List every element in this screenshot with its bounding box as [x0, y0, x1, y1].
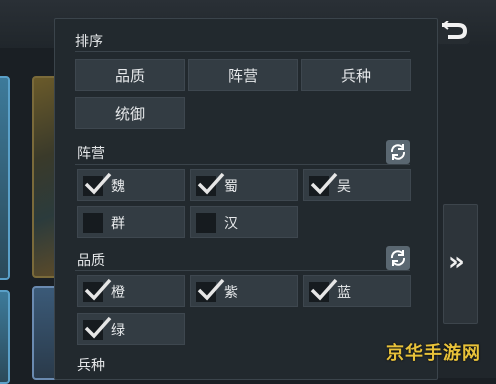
faction-checkbox-shu[interactable]: 蜀 — [190, 169, 298, 201]
checkbox-label: 蓝 — [337, 285, 351, 301]
checkbox-box — [309, 278, 338, 302]
faction-checkbox-qun[interactable]: 群 — [77, 206, 185, 238]
sort-command-button[interactable]: 统御 — [75, 97, 185, 129]
checkbox-box — [196, 278, 225, 302]
refresh-icon — [390, 250, 406, 266]
sort-faction-button[interactable]: 阵营 — [188, 59, 298, 91]
quality-title: 品质 — [77, 253, 105, 269]
checkmark-icon — [197, 278, 225, 301]
checkbox-box — [196, 172, 225, 196]
faction-reset-button[interactable] — [386, 140, 410, 164]
checkmark-icon — [84, 172, 112, 195]
troop-title: 兵种 — [77, 358, 105, 374]
sort-quality-button[interactable]: 品质 — [75, 59, 185, 91]
quality-checkbox-orange[interactable]: 橙 — [77, 275, 185, 307]
checkbox-box — [83, 172, 112, 196]
checkmark-icon — [310, 172, 338, 195]
checkmark-icon — [84, 316, 112, 339]
hero-card-partial[interactable] — [0, 290, 10, 384]
back-arrow-icon — [442, 21, 468, 39]
filter-panel: 排序 品质 阵营 兵种 统御 阵营 魏 蜀 吴 群 汉 品质 橙 紫 蓝 绿 兵… — [54, 18, 438, 380]
faction-checkbox-wu[interactable]: 吴 — [303, 169, 411, 201]
checkbox-label: 群 — [111, 216, 125, 232]
checkbox-box — [196, 213, 216, 233]
checkmark-icon — [84, 278, 112, 301]
checkbox-label: 蜀 — [224, 179, 238, 195]
watermark: 京华手游网 — [386, 343, 481, 364]
faction-checkbox-wei[interactable]: 魏 — [77, 169, 185, 201]
checkbox-label: 魏 — [111, 179, 125, 195]
checkmark-icon — [310, 278, 338, 301]
quality-checkbox-purple[interactable]: 紫 — [190, 275, 298, 307]
checkbox-label: 橙 — [111, 285, 125, 301]
quality-reset-button[interactable] — [386, 246, 410, 270]
hero-card-partial[interactable] — [0, 76, 10, 280]
faction-checkbox-han[interactable]: 汉 — [190, 206, 298, 238]
checkbox-box — [309, 172, 338, 196]
checkbox-box — [83, 278, 112, 302]
sort-title: 排序 — [75, 34, 103, 50]
checkbox-box — [83, 213, 103, 233]
checkmark-icon — [197, 172, 225, 195]
checkbox-label: 绿 — [111, 323, 125, 339]
checkbox-box — [83, 316, 112, 340]
checkbox-label: 汉 — [224, 216, 238, 232]
refresh-icon — [390, 144, 406, 160]
expand-button[interactable]: » — [443, 204, 478, 324]
divider — [75, 270, 410, 271]
divider — [75, 164, 410, 165]
sort-troop-button[interactable]: 兵种 — [301, 59, 411, 91]
divider — [75, 51, 410, 52]
checkbox-label: 紫 — [224, 285, 238, 301]
checkbox-label: 吴 — [337, 179, 351, 195]
back-button[interactable] — [436, 18, 470, 44]
quality-checkbox-green[interactable]: 绿 — [77, 313, 185, 345]
quality-checkbox-blue[interactable]: 蓝 — [303, 275, 411, 307]
faction-title: 阵营 — [77, 146, 105, 162]
double-chevron-right-icon: » — [448, 247, 465, 277]
